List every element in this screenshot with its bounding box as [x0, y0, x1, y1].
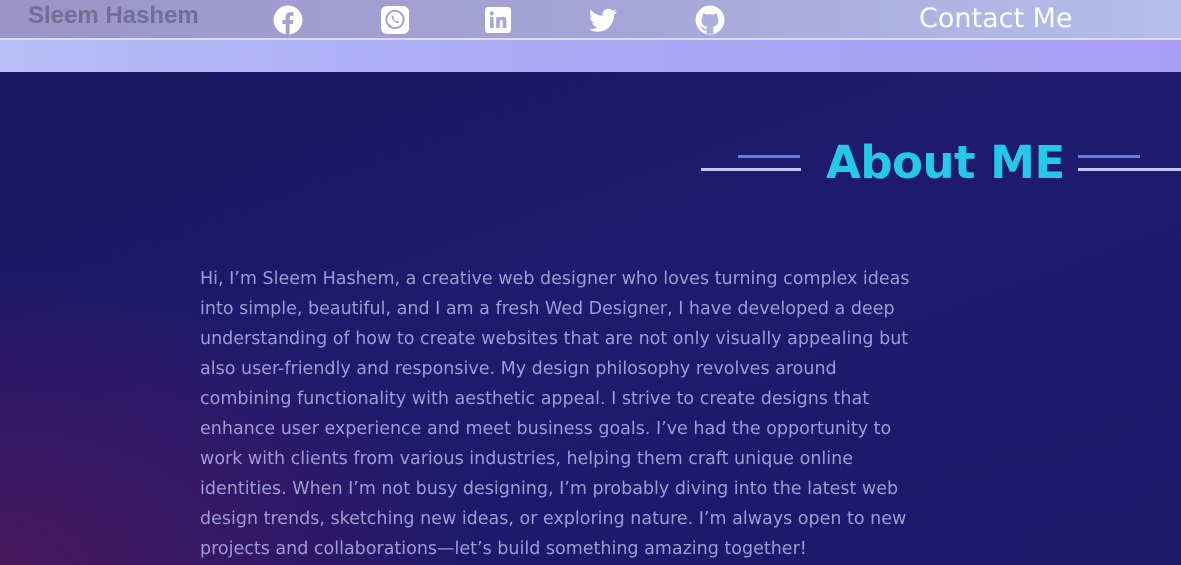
about-section: About ME Hi, I’m Sleem Hashem, a creativ… [0, 72, 1181, 565]
whatsapp-icon[interactable] [380, 5, 410, 35]
contact-me-link[interactable]: Contact Me [919, 3, 1073, 34]
about-title: About ME [826, 136, 1065, 189]
twitter-icon[interactable] [588, 5, 618, 35]
about-paragraph: Hi, I’m Sleem Hashem, a creative web des… [200, 269, 910, 559]
title-right-accent-line [1078, 155, 1140, 158]
brand-name[interactable]: Sleem Hashem [28, 2, 199, 30]
github-icon[interactable] [695, 5, 725, 35]
navbar: Sleem Hashem Contact Me [0, 0, 1181, 40]
title-left-line [701, 168, 801, 171]
title-right-line [1078, 168, 1181, 171]
title-left-accent-line [738, 155, 800, 158]
facebook-icon[interactable] [273, 5, 303, 35]
header-gradient-band [0, 40, 1181, 72]
linkedin-icon[interactable] [483, 5, 513, 35]
